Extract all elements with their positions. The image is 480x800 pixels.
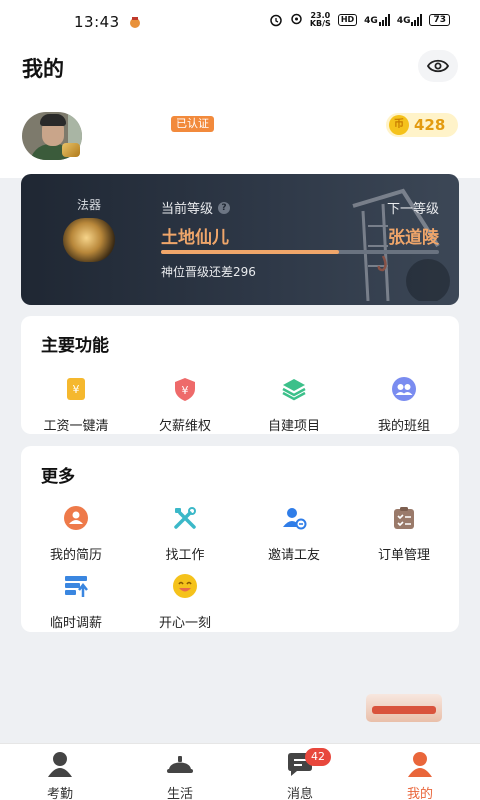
main-functions-title: 主要功能	[41, 336, 109, 356]
function-item-salary[interactable]: ¥ 工资一键清	[21, 376, 131, 434]
status-time: 13:43	[74, 13, 120, 31]
function-item-wage-rights[interactable]: ¥ 欠薪维权	[130, 376, 240, 434]
battery-icon: 73	[429, 14, 450, 26]
help-icon[interactable]: ?	[218, 201, 231, 214]
salary-adjust-icon	[65, 576, 88, 597]
signal-bars-icon	[411, 14, 423, 26]
nav-label: 消息	[286, 787, 313, 800]
profile-icon	[408, 752, 432, 777]
location-icon	[291, 13, 302, 25]
nav-item-mine[interactable]: 我的	[360, 744, 480, 800]
next-level-label: 下一等级	[386, 202, 439, 217]
signal-2: 4G	[397, 14, 423, 26]
hd-badge: HD	[337, 14, 358, 26]
status-icons: 23.0 KB/S HD 4G 4G 73	[269, 12, 450, 28]
main-functions-card: 主要功能 ¥ 工资一键清 ¥ 欠薪维权 自建项目 我的班组	[21, 316, 459, 434]
function-label: 欠薪维权	[158, 419, 211, 434]
alarm-icon	[270, 14, 282, 27]
level-remaining-text: 神位晋级还差296	[161, 265, 256, 279]
salary-scroll-icon: ¥	[67, 378, 85, 400]
signal-1-label: 4G	[364, 16, 378, 26]
signal-1: 4G	[364, 14, 390, 26]
net-speed: 23.0 KB/S	[310, 12, 331, 28]
shield-yen-icon: ¥	[175, 378, 195, 401]
nav-item-life[interactable]: 生活	[120, 744, 240, 800]
signal-2-label: 4G	[396, 16, 411, 26]
eye-icon	[427, 59, 449, 73]
helmet-icon	[167, 756, 193, 773]
function-item-team[interactable]: 我的班组	[349, 376, 459, 434]
next-level: 张道陵	[388, 228, 439, 248]
floating-promo-banner[interactable]	[366, 694, 442, 722]
eye-toggle-button[interactable]	[418, 50, 458, 82]
level-progress-bar	[161, 250, 439, 254]
smile-icon	[173, 574, 197, 598]
function-label: 我的班组	[377, 419, 430, 434]
more-label: 邀请工友	[267, 548, 320, 563]
more-label: 我的简历	[49, 548, 102, 563]
more-item-find-job[interactable]: 找工作	[130, 505, 240, 563]
nav-item-messages[interactable]: 消息 42	[240, 744, 360, 800]
nav-label: 考勤	[46, 787, 73, 800]
tools-icon	[174, 507, 196, 529]
nav-label: 生活	[166, 787, 193, 800]
page-title: 我的	[22, 57, 64, 81]
function-label: 工资一键清	[43, 419, 109, 434]
current-level: 土地仙儿	[161, 228, 229, 248]
svg-text:¥: ¥	[73, 383, 80, 396]
more-item-invite[interactable]: 邀请工友	[239, 505, 349, 563]
app-notification-icon	[130, 17, 140, 28]
current-level-label-text: 当前等级	[161, 202, 214, 217]
avatar-badge-icon	[62, 143, 80, 157]
svg-text:¥: ¥	[182, 384, 189, 397]
more-label: 订单管理	[377, 548, 430, 563]
layers-icon	[282, 379, 306, 401]
team-icon	[392, 377, 416, 401]
more-label: 临时调薪	[49, 616, 102, 631]
more-item-fun[interactable]: 开心一刻	[130, 573, 240, 631]
more-item-salary-adjust[interactable]: 临时调薪	[21, 573, 131, 631]
attendance-icon	[48, 752, 72, 777]
more-title: 更多	[41, 467, 75, 487]
level-card[interactable]: 法器 当前等级 ? 下一等级 土地仙儿 张道陵 神位晋级还差296	[21, 174, 459, 305]
more-label: 开心一刻	[158, 616, 211, 631]
function-item-projects[interactable]: 自建项目	[239, 376, 349, 434]
net-speed-unit: KB/S	[309, 19, 331, 28]
level-progress-fill	[161, 250, 339, 254]
more-item-orders[interactable]: 订单管理	[349, 505, 459, 563]
invite-user-icon	[283, 508, 307, 530]
bottom-nav: 考勤 生活 消息 42 我的	[0, 743, 480, 800]
signal-bars-icon	[378, 14, 390, 26]
more-item-resume[interactable]: 我的简历	[21, 505, 131, 563]
verified-badge[interactable]: 已认证	[171, 116, 214, 132]
coin-balance: 428	[414, 116, 446, 134]
artifact-label: 法器	[77, 198, 102, 212]
more-label: 找工作	[165, 548, 205, 563]
function-label: 自建项目	[267, 419, 320, 434]
resume-icon	[64, 506, 88, 530]
coins-pill[interactable]: 币 428	[386, 113, 458, 137]
current-level-label: 当前等级 ?	[161, 198, 231, 217]
coin-icon: 币	[389, 115, 409, 135]
more-card: 更多 我的简历 找工作 邀请工友 订单管理 临时调薪 开心一刻	[21, 446, 459, 632]
nav-label: 我的	[406, 787, 433, 800]
unread-badge: 42	[305, 748, 331, 766]
artifact-icon	[63, 218, 115, 262]
status-bar: 13:43 23.0 KB/S HD 4G 4G 73	[0, 0, 480, 44]
clipboard-icon	[394, 507, 414, 529]
nav-item-attendance[interactable]: 考勤	[0, 744, 120, 800]
